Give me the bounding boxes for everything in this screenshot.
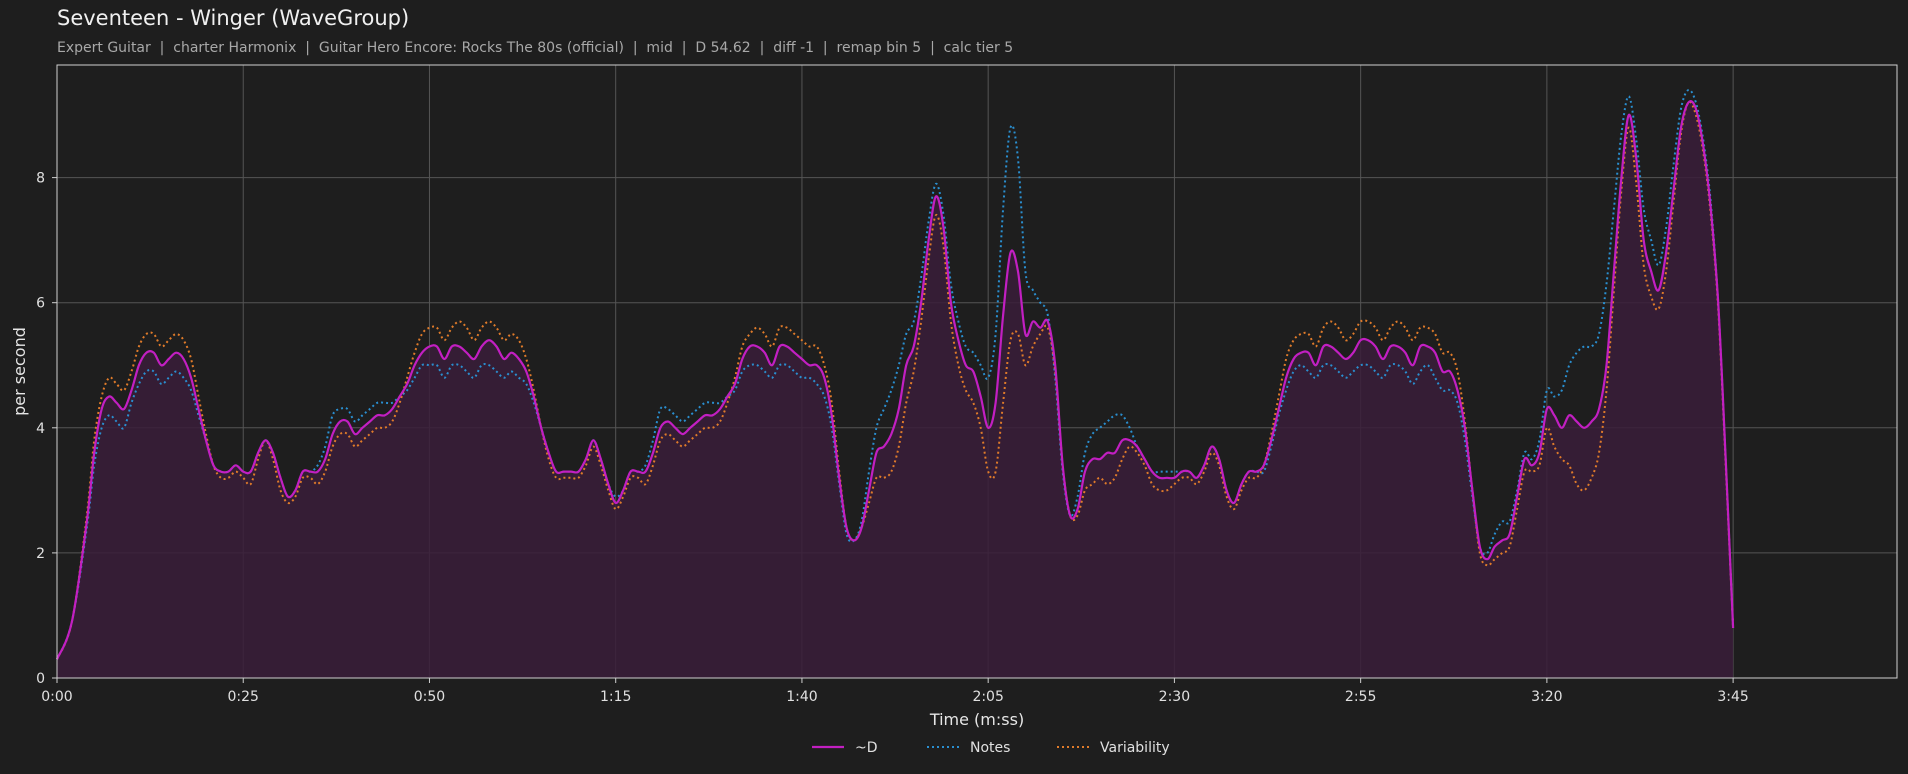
chart: 0:00 0:25 0:50 1:15 1:40 2:05 2:30 2:55 3:20 3:45… [10,64,1898,756]
x-axis-label: Time (m:ss) [929,710,1024,729]
y-tick-label-3: 6 [36,296,45,312]
y-axis-label: per second [10,327,29,416]
y-tick-label-0: 0 [36,671,45,687]
x-tick-label-6: 2:30 [1159,689,1190,705]
legend: ~D Notes Variability [812,740,1170,756]
x-tick-label-0: 0:00 [41,689,72,705]
legend-label-2: Variability [1100,740,1170,756]
x-tick-label-4: 1:40 [786,689,817,705]
legend-label-1: Notes [970,740,1010,756]
x-tick-label-5: 2:05 [972,689,1003,705]
x-tick-label-1: 0:25 [228,689,259,705]
x-tick-label-8: 3:20 [1531,689,1562,705]
y-tick-label-1: 2 [36,546,45,562]
x-tick-label-3: 1:15 [600,689,631,705]
x-tick-label-7: 2:55 [1345,689,1376,705]
y-tick-label-4: 8 [36,171,45,187]
x-axis: 0:00 0:25 0:50 1:15 1:40 2:05 2:30 2:55 3:20 3:45 [41,678,1749,705]
series-fill-0 [57,101,1734,678]
y-axis: 0 2 4 6 8 [36,171,57,687]
x-tick-label-9: 3:45 [1717,689,1748,705]
y-tick-label-2: 4 [36,421,45,437]
series-fills [57,101,1734,678]
x-tick-label-2: 0:50 [414,689,445,705]
legend-label-0: ~D [855,740,878,756]
